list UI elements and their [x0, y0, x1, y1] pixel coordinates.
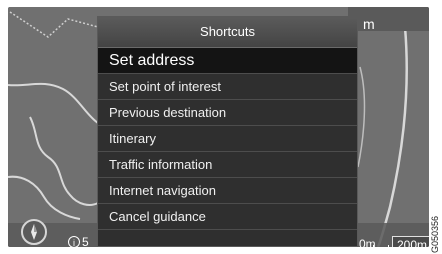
map-scale[interactable]: 200m	[392, 236, 429, 247]
info-indicator: i 5	[68, 235, 89, 247]
info-value: 5	[82, 235, 89, 247]
menu-item-itinerary[interactable]: Itinerary	[98, 126, 357, 152]
menu-item-set-address[interactable]: Set address	[98, 48, 357, 74]
menu-item-cancel-guidance[interactable]: Cancel guidance	[98, 204, 357, 230]
scale-bar-icon	[373, 245, 389, 247]
compass-icon[interactable]	[21, 219, 47, 245]
shortcuts-title: Shortcuts	[98, 17, 357, 48]
menu-item-previous-destination[interactable]: Previous destination	[98, 100, 357, 126]
shortcuts-menu: Shortcuts Set address Set point of inter…	[97, 16, 358, 247]
menu-item-internet-navigation[interactable]: Internet navigation	[98, 178, 357, 204]
distance-readout-top: m	[363, 16, 375, 32]
menu-item-traffic-information[interactable]: Traffic information	[98, 152, 357, 178]
shortcuts-list: Set address Set point of interest Previo…	[98, 48, 357, 230]
info-icon: i	[68, 236, 80, 247]
menu-item-set-point-of-interest[interactable]: Set point of interest	[98, 74, 357, 100]
image-code: G050356	[430, 215, 440, 253]
